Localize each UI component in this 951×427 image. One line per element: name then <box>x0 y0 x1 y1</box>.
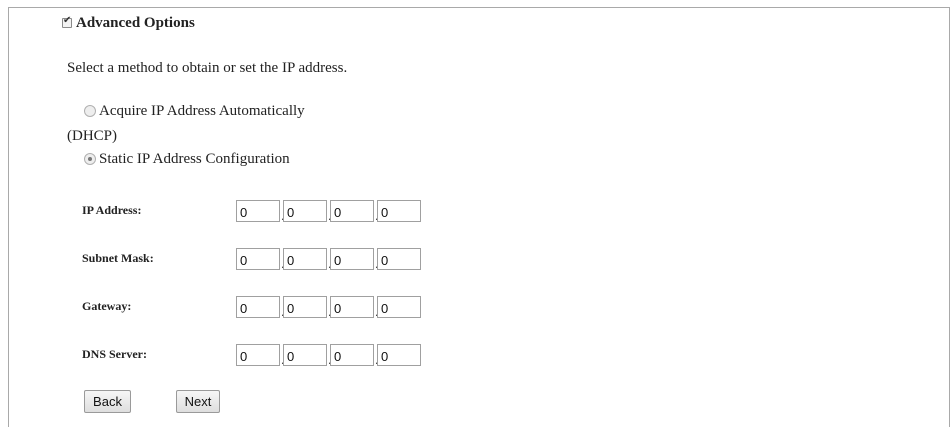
dns-server-octet-1[interactable] <box>236 344 280 366</box>
ip-address-octet-1[interactable] <box>236 200 280 222</box>
ip-address-octet-2[interactable] <box>283 200 327 222</box>
gateway-label: Gateway: <box>82 299 132 313</box>
advanced-options-label[interactable]: Advanced Options <box>76 13 195 33</box>
dhcp-radio-label[interactable]: Acquire IP Address Automatically <box>99 101 305 121</box>
gateway-octet-2[interactable] <box>283 296 327 318</box>
ip-address-label: IP Address: <box>82 203 142 217</box>
ip-address-octet-4[interactable] <box>377 200 421 222</box>
subnet-mask-octet-4[interactable] <box>377 248 421 270</box>
static-ip-radio-label[interactable]: Static IP Address Configuration <box>99 149 290 169</box>
back-button[interactable]: Back <box>84 390 131 413</box>
instruction-text: Select a method to obtain or set the IP … <box>67 60 348 76</box>
ip-address-octet-3[interactable] <box>330 200 374 222</box>
subnet-mask-octet-1[interactable] <box>236 248 280 270</box>
subnet-mask-label: Subnet Mask: <box>82 251 154 265</box>
dns-server-octet-3[interactable] <box>330 344 374 366</box>
dns-server-octet-4[interactable] <box>377 344 421 366</box>
dhcp-radio-label-continued: (DHCP) <box>67 128 118 144</box>
gateway-octet-4[interactable] <box>377 296 421 318</box>
subnet-mask-octet-2[interactable] <box>283 248 327 270</box>
dns-server-octet-2[interactable] <box>283 344 327 366</box>
gateway-octet-3[interactable] <box>330 296 374 318</box>
dhcp-radio[interactable] <box>84 105 96 117</box>
dns-server-label: DNS Server: <box>82 347 147 361</box>
static-ip-radio[interactable] <box>84 153 96 165</box>
radio-selected-dot <box>88 157 92 161</box>
subnet-mask-octet-3[interactable] <box>330 248 374 270</box>
gateway-octet-1[interactable] <box>236 296 280 318</box>
advanced-options-checkbox[interactable]: ✔ <box>62 15 72 28</box>
next-button[interactable]: Next <box>176 390 220 413</box>
checkmark-icon: ✔ <box>63 15 72 26</box>
